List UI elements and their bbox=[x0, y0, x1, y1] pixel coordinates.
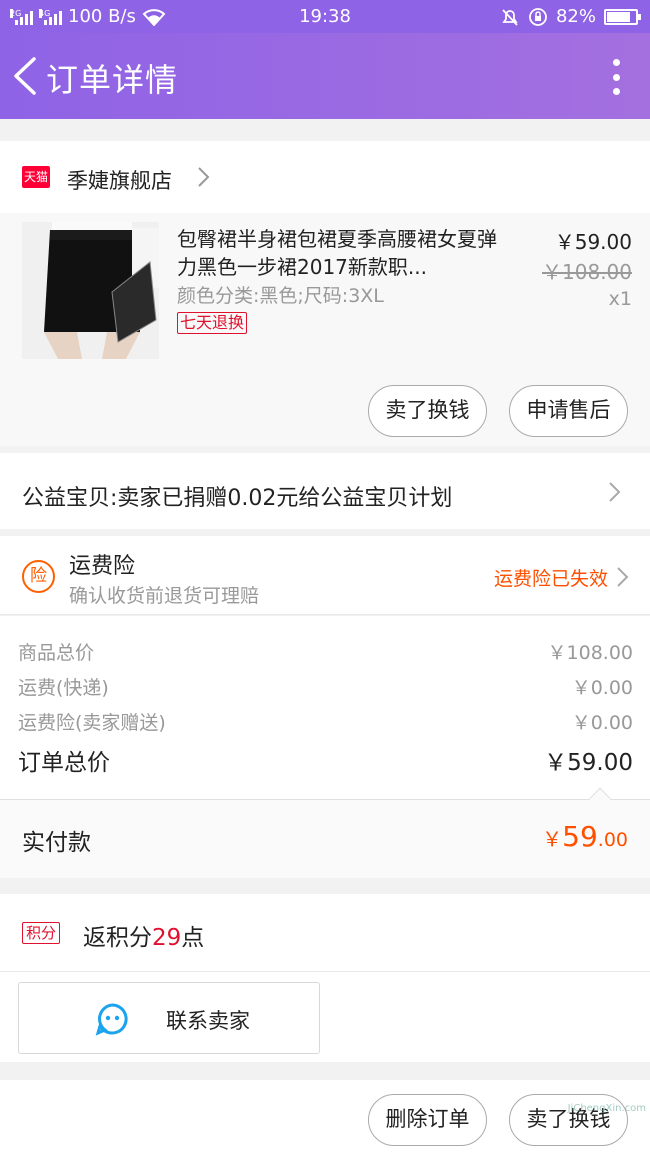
contact-seller-label: 联系卖家 bbox=[166, 1009, 250, 1033]
summary-row-insurance: 运费险(卖家赠送) ￥0.00 bbox=[0, 708, 650, 742]
summary-label: 运费(快递) bbox=[18, 677, 109, 699]
battery-percent: 82% bbox=[555, 6, 596, 27]
charity-row[interactable]: 公益宝贝:卖家已捐赠0.02元给公益宝贝计划 bbox=[0, 453, 650, 529]
insurance-icon: 险 bbox=[22, 560, 55, 593]
watermark: JiChengXin.com bbox=[567, 1103, 646, 1114]
points-prefix: 返积分 bbox=[83, 925, 152, 951]
chat-bubble-icon bbox=[95, 1003, 128, 1036]
summary-row-total: 订单总价 ￥59.00 bbox=[0, 743, 650, 777]
delete-order-button[interactable]: 删除订单 bbox=[368, 1094, 487, 1146]
more-menu-icon[interactable] bbox=[612, 59, 620, 95]
amount-decimal: .00 bbox=[597, 829, 628, 851]
amount-paid-value: ￥59.00 bbox=[542, 820, 628, 853]
insurance-status: 运费险已失效 bbox=[493, 568, 608, 590]
sell-resale-button[interactable]: 卖了换钱 bbox=[368, 385, 487, 437]
points-suffix: 点 bbox=[181, 925, 205, 951]
amount-paid-label: 实付款 bbox=[22, 830, 91, 856]
summary-row-shipping: 运费(快递) ￥0.00 bbox=[0, 673, 650, 707]
product-item[interactable]: 包臀裙半身裙包裙夏季高腰裙女夏弹力黑色一步裙2017新款职... 颜色分类:黑色… bbox=[0, 213, 650, 446]
skirt-photo bbox=[22, 222, 159, 359]
contact-section: 联系卖家 bbox=[0, 972, 650, 1062]
product-quantity: x1 bbox=[608, 288, 632, 310]
status-bar: 2G 4G 100 B/s 19:38 82% bbox=[0, 0, 650, 33]
points-text: 返积分29点 bbox=[83, 918, 204, 952]
bottom-action-bar: 删除订单 卖了换钱 bbox=[0, 1080, 650, 1155]
mute-bell-icon bbox=[502, 8, 518, 26]
order-total-value: ￥59.00 bbox=[544, 750, 633, 776]
store-row[interactable]: 天猫 季婕旗舰店 bbox=[0, 141, 650, 213]
product-price: ￥59.00 bbox=[554, 230, 632, 254]
currency-symbol: ￥ bbox=[542, 827, 563, 851]
store-name: 季婕旗舰店 bbox=[67, 169, 172, 193]
points-count: 29 bbox=[152, 925, 182, 951]
order-total-label: 订单总价 bbox=[18, 750, 110, 776]
insurance-subtitle: 确认收货前退货可理赔 bbox=[69, 585, 260, 607]
after-sales-button[interactable]: 申请售后 bbox=[509, 385, 628, 437]
battery-icon bbox=[604, 8, 641, 25]
product-title: 包臀裙半身裙包裙夏季高腰裙女夏弹力黑色一步裙2017新款职... bbox=[177, 227, 497, 279]
summary-row-goods: 商品总价 ￥108.00 bbox=[0, 638, 650, 672]
contact-seller-button[interactable]: 联系卖家 bbox=[18, 982, 320, 1054]
product-image[interactable] bbox=[22, 222, 159, 359]
summary-value: ￥0.00 bbox=[571, 677, 633, 699]
sell-resale-button-bottom[interactable]: 卖了换钱 bbox=[509, 1094, 628, 1146]
summary-label: 商品总价 bbox=[18, 642, 95, 664]
page-title: 订单详情 bbox=[46, 61, 179, 99]
amount-paid-row: 实付款 ￥59.00 bbox=[0, 800, 650, 878]
price-summary: 商品总价 ￥108.00 运费(快递) ￥0.00 运费险(卖家赠送) ￥0.0… bbox=[0, 616, 650, 811]
product-spec: 颜色分类:黑色;尺码:3XL bbox=[177, 285, 384, 307]
chevron-right-icon bbox=[609, 482, 621, 502]
amount-integer: 59 bbox=[562, 820, 598, 853]
chevron-right-icon bbox=[198, 167, 210, 187]
status-right: 82% bbox=[500, 6, 641, 27]
points-badge: 积分 bbox=[22, 922, 61, 944]
tmall-badge: 天猫 bbox=[22, 166, 50, 188]
product-original-price: ￥108.00 bbox=[542, 260, 632, 284]
insurance-title: 运费险 bbox=[69, 554, 136, 579]
points-row: 积分 返积分29点 bbox=[0, 894, 650, 972]
return-policy-tag: 七天退换 bbox=[177, 312, 248, 334]
charity-text: 公益宝贝:卖家已捐赠0.02元给公益宝贝计划 bbox=[22, 486, 453, 511]
summary-label: 运费险(卖家赠送) bbox=[18, 712, 166, 734]
app-header: 订单详情 bbox=[0, 33, 650, 119]
chevron-right-icon bbox=[617, 567, 629, 587]
summary-value: ￥108.00 bbox=[547, 642, 633, 664]
rotation-lock-icon bbox=[529, 7, 547, 26]
back-arrow-icon[interactable] bbox=[12, 57, 38, 95]
shipping-insurance-row[interactable]: 险 运费险 确认收货前退货可理赔 运费险已失效 bbox=[0, 536, 650, 615]
summary-value: ￥0.00 bbox=[571, 712, 633, 734]
